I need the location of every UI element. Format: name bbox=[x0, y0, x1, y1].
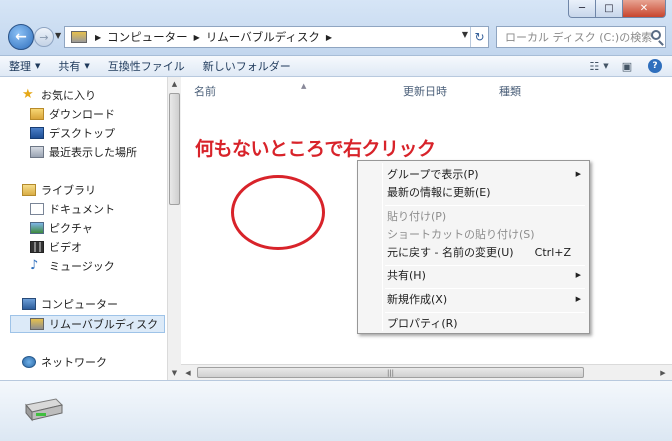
menu-item-new[interactable]: 新規作成(X) ▶ bbox=[360, 289, 587, 309]
star-icon: ★ bbox=[22, 87, 34, 102]
details-pane bbox=[0, 380, 672, 441]
column-header-name[interactable]: 名前 ▲ bbox=[194, 82, 306, 99]
refresh-button[interactable]: ↻ bbox=[470, 27, 488, 47]
scroll-thumb[interactable]: ||| bbox=[197, 367, 584, 378]
library-icon bbox=[22, 184, 36, 196]
address-dropdown-button[interactable]: ▼ bbox=[462, 30, 468, 39]
sidebar-item-recent-places[interactable]: 最近表示した場所 bbox=[30, 143, 137, 161]
menu-item-properties[interactable]: プロパティ(R) bbox=[360, 313, 587, 333]
command-bar: 整理 ▼ 共有 ▼ 互換性ファイル 新しいフォルダー ☷ ▼ ▣ ? bbox=[0, 56, 672, 77]
menu-item-share[interactable]: 共有(H) ▶ bbox=[360, 265, 587, 285]
navigation-pane-scrollbar[interactable]: ▲ ▼ bbox=[167, 77, 181, 380]
documents-icon bbox=[30, 203, 44, 215]
removable-drive-icon bbox=[25, 398, 63, 422]
removable-drive-icon bbox=[71, 31, 87, 43]
videos-icon bbox=[30, 241, 44, 253]
pictures-icon bbox=[30, 222, 44, 234]
recent-pages-dropdown[interactable]: ▼ bbox=[55, 31, 61, 40]
sidebar-item-network[interactable]: ネットワーク bbox=[22, 353, 107, 371]
scroll-up-button[interactable]: ▲ bbox=[168, 77, 181, 91]
scroll-left-button[interactable]: ◀ bbox=[181, 365, 195, 380]
computer-icon bbox=[22, 298, 36, 310]
new-folder-button[interactable]: 新しいフォルダー bbox=[194, 58, 300, 74]
forward-button[interactable]: → bbox=[34, 27, 54, 47]
network-icon bbox=[22, 356, 36, 368]
sidebar-item-desktop[interactable]: デスクトップ bbox=[30, 124, 115, 142]
scroll-down-button[interactable]: ▼ bbox=[168, 366, 181, 380]
preview-pane-button[interactable]: ▣ bbox=[616, 58, 638, 74]
address-bar[interactable]: ▶ コンピューター ▶ リムーバブルディスク ▶ ▼ ↻ bbox=[64, 26, 489, 48]
scroll-thumb[interactable] bbox=[169, 93, 180, 205]
breadcrumb-computer[interactable]: コンピューター bbox=[105, 29, 190, 45]
refresh-icon: ↻ bbox=[474, 30, 485, 44]
menu-item-group-by[interactable]: グループで表示(P) ▶ bbox=[360, 164, 587, 184]
desktop-icon bbox=[30, 127, 44, 139]
organize-button[interactable]: 整理 ▼ bbox=[0, 58, 49, 74]
download-folder-icon bbox=[30, 108, 44, 120]
view-options-button[interactable]: ☷ ▼ bbox=[588, 58, 610, 74]
close-button[interactable]: ✕ bbox=[622, 0, 666, 18]
submenu-arrow-icon: ▶ bbox=[575, 170, 581, 178]
compatibility-files-button[interactable]: 互換性ファイル bbox=[99, 58, 194, 74]
breadcrumb-removable-disk[interactable]: リムーバブルディスク bbox=[204, 29, 322, 45]
sort-ascending-icon: ▲ bbox=[301, 82, 307, 90]
chevron-right-icon[interactable]: ▶ bbox=[322, 33, 336, 42]
submenu-arrow-icon: ▶ bbox=[575, 295, 581, 303]
sidebar-item-pictures[interactable]: ピクチャ bbox=[30, 219, 93, 237]
arrow-right-icon: → bbox=[39, 30, 49, 44]
chevron-right-icon[interactable]: ▶ bbox=[91, 33, 105, 42]
file-list-horizontal-scrollbar[interactable]: ◀ ||| ▶ bbox=[181, 364, 672, 380]
highlight-circle bbox=[231, 175, 325, 250]
column-header-modified[interactable]: 更新日時 bbox=[403, 83, 447, 99]
chevron-right-icon[interactable]: ▶ bbox=[190, 33, 204, 42]
menu-item-paste-shortcut[interactable]: ショートカットの貼り付け(S) bbox=[360, 224, 587, 244]
sidebar-item-computer[interactable]: コンピューター bbox=[22, 295, 118, 313]
removable-drive-icon bbox=[30, 318, 44, 330]
chevron-down-icon: ▼ bbox=[35, 62, 41, 70]
instruction-annotation: 何もないところで右クリック bbox=[195, 138, 436, 160]
scroll-right-button[interactable]: ▶ bbox=[656, 365, 670, 380]
sidebar-item-videos[interactable]: ビデオ bbox=[30, 238, 82, 256]
view-list-icon: ☷ bbox=[589, 59, 600, 73]
window-controls: ─ □ ✕ bbox=[568, 0, 666, 18]
music-icon: ♪ bbox=[30, 258, 39, 273]
menu-item-undo-rename[interactable]: 元に戻す - 名前の変更(U) Ctrl+Z bbox=[360, 242, 587, 262]
recent-places-icon bbox=[30, 146, 44, 158]
help-icon: ? bbox=[648, 59, 662, 73]
sidebar-item-favorites[interactable]: ★ お気に入り bbox=[22, 86, 96, 104]
share-button[interactable]: 共有 ▼ bbox=[49, 58, 98, 74]
arrow-left-icon: ← bbox=[15, 29, 27, 45]
search-placeholder: ローカル ディスク (C:)の検索 bbox=[505, 31, 653, 44]
menu-item-paste[interactable]: 貼り付け(P) bbox=[360, 206, 587, 226]
sidebar-item-documents[interactable]: ドキュメント bbox=[30, 200, 115, 218]
sidebar-item-removable-disk[interactable]: リムーバブルディスク bbox=[10, 315, 165, 333]
chevron-down-icon: ▼ bbox=[84, 62, 90, 70]
help-button[interactable]: ? bbox=[644, 58, 666, 74]
sidebar-item-libraries[interactable]: ライブラリ bbox=[22, 181, 96, 199]
back-button[interactable]: ← bbox=[8, 24, 34, 50]
grip-icon: ||| bbox=[386, 368, 395, 377]
maximize-button[interactable]: □ bbox=[595, 0, 623, 18]
sidebar-item-music[interactable]: ♪ ミュージック bbox=[30, 257, 115, 275]
preview-pane-icon: ▣ bbox=[621, 59, 633, 73]
menu-item-refresh[interactable]: 最新の情報に更新(E) bbox=[360, 182, 587, 202]
submenu-arrow-icon: ▶ bbox=[575, 271, 581, 279]
search-input[interactable]: ローカル ディスク (C:)の検索 bbox=[496, 26, 666, 48]
minimize-button[interactable]: ─ bbox=[568, 0, 596, 18]
search-icon bbox=[651, 30, 661, 40]
window-titlebar: ─ □ ✕ ← → ▼ ▶ コンピューター ▶ リムーバブルディスク ▶ ▼ ↻… bbox=[0, 0, 672, 56]
shortcut-label: Ctrl+Z bbox=[534, 245, 571, 259]
chevron-down-icon: ▼ bbox=[603, 62, 609, 70]
column-header-type[interactable]: 種類 bbox=[499, 83, 521, 99]
sidebar-item-downloads[interactable]: ダウンロード bbox=[30, 105, 115, 123]
navigation-pane: ★ お気に入り ダウンロード デスクトップ 最近表示した場所 ライブラリ ドキュ… bbox=[0, 77, 167, 380]
context-menu: グループで表示(P) ▶ 最新の情報に更新(E) 貼り付け(P) ショートカット… bbox=[357, 160, 590, 334]
